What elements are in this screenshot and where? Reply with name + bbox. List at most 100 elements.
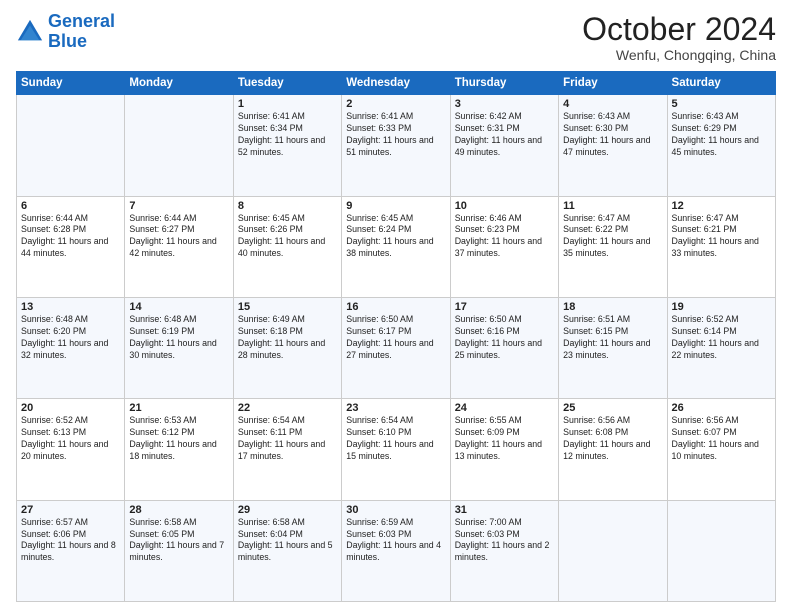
day-info: Sunrise: 6:52 AM Sunset: 6:13 PM Dayligh…: [21, 415, 120, 463]
calendar-cell: 21Sunrise: 6:53 AM Sunset: 6:12 PM Dayli…: [125, 399, 233, 500]
day-number: 22: [238, 402, 337, 414]
logo-line1: General: [48, 11, 115, 31]
calendar-cell: 26Sunrise: 6:56 AM Sunset: 6:07 PM Dayli…: [667, 399, 775, 500]
calendar-cell: 28Sunrise: 6:58 AM Sunset: 6:05 PM Dayli…: [125, 500, 233, 601]
calendar-cell: 4Sunrise: 6:43 AM Sunset: 6:30 PM Daylig…: [559, 95, 667, 196]
day-info: Sunrise: 6:41 AM Sunset: 6:33 PM Dayligh…: [346, 111, 445, 159]
day-number: 14: [129, 301, 228, 313]
page: General Blue October 2024 Wenfu, Chongqi…: [0, 0, 792, 612]
day-info: Sunrise: 7:00 AM Sunset: 6:03 PM Dayligh…: [455, 517, 554, 565]
day-of-week-header: Monday: [125, 72, 233, 95]
calendar-week-row: 1Sunrise: 6:41 AM Sunset: 6:34 PM Daylig…: [17, 95, 776, 196]
calendar-cell: 13Sunrise: 6:48 AM Sunset: 6:20 PM Dayli…: [17, 297, 125, 398]
logo: General Blue: [16, 12, 115, 52]
month-title: October 2024: [582, 12, 776, 47]
day-info: Sunrise: 6:58 AM Sunset: 6:04 PM Dayligh…: [238, 517, 337, 565]
day-number: 20: [21, 402, 120, 414]
calendar-cell: 5Sunrise: 6:43 AM Sunset: 6:29 PM Daylig…: [667, 95, 775, 196]
calendar-cell: 14Sunrise: 6:48 AM Sunset: 6:19 PM Dayli…: [125, 297, 233, 398]
day-info: Sunrise: 6:45 AM Sunset: 6:24 PM Dayligh…: [346, 213, 445, 261]
calendar-cell: 10Sunrise: 6:46 AM Sunset: 6:23 PM Dayli…: [450, 196, 558, 297]
day-of-week-header: Wednesday: [342, 72, 450, 95]
calendar-cell: 31Sunrise: 7:00 AM Sunset: 6:03 PM Dayli…: [450, 500, 558, 601]
day-number: 17: [455, 301, 554, 313]
header: General Blue October 2024 Wenfu, Chongqi…: [16, 12, 776, 63]
calendar-cell: 8Sunrise: 6:45 AM Sunset: 6:26 PM Daylig…: [233, 196, 341, 297]
day-number: 27: [21, 504, 120, 516]
day-number: 25: [563, 402, 662, 414]
day-info: Sunrise: 6:53 AM Sunset: 6:12 PM Dayligh…: [129, 415, 228, 463]
day-info: Sunrise: 6:51 AM Sunset: 6:15 PM Dayligh…: [563, 314, 662, 362]
calendar-cell: 11Sunrise: 6:47 AM Sunset: 6:22 PM Dayli…: [559, 196, 667, 297]
calendar-cell: 2Sunrise: 6:41 AM Sunset: 6:33 PM Daylig…: [342, 95, 450, 196]
calendar-week-row: 27Sunrise: 6:57 AM Sunset: 6:06 PM Dayli…: [17, 500, 776, 601]
day-number: 21: [129, 402, 228, 414]
day-info: Sunrise: 6:44 AM Sunset: 6:28 PM Dayligh…: [21, 213, 120, 261]
day-number: 31: [455, 504, 554, 516]
day-info: Sunrise: 6:56 AM Sunset: 6:07 PM Dayligh…: [672, 415, 771, 463]
day-number: 26: [672, 402, 771, 414]
calendar-cell: 15Sunrise: 6:49 AM Sunset: 6:18 PM Dayli…: [233, 297, 341, 398]
day-info: Sunrise: 6:50 AM Sunset: 6:16 PM Dayligh…: [455, 314, 554, 362]
day-number: 10: [455, 200, 554, 212]
calendar-cell: 30Sunrise: 6:59 AM Sunset: 6:03 PM Dayli…: [342, 500, 450, 601]
calendar-header-row: SundayMondayTuesdayWednesdayThursdayFrid…: [17, 72, 776, 95]
day-number: 19: [672, 301, 771, 313]
day-info: Sunrise: 6:59 AM Sunset: 6:03 PM Dayligh…: [346, 517, 445, 565]
day-info: Sunrise: 6:43 AM Sunset: 6:29 PM Dayligh…: [672, 111, 771, 159]
calendar-week-row: 6Sunrise: 6:44 AM Sunset: 6:28 PM Daylig…: [17, 196, 776, 297]
day-of-week-header: Sunday: [17, 72, 125, 95]
day-info: Sunrise: 6:46 AM Sunset: 6:23 PM Dayligh…: [455, 213, 554, 261]
calendar-cell: [17, 95, 125, 196]
day-info: Sunrise: 6:41 AM Sunset: 6:34 PM Dayligh…: [238, 111, 337, 159]
day-info: Sunrise: 6:55 AM Sunset: 6:09 PM Dayligh…: [455, 415, 554, 463]
day-number: 3: [455, 98, 554, 110]
day-info: Sunrise: 6:47 AM Sunset: 6:22 PM Dayligh…: [563, 213, 662, 261]
day-of-week-header: Saturday: [667, 72, 775, 95]
day-number: 12: [672, 200, 771, 212]
calendar-cell: 9Sunrise: 6:45 AM Sunset: 6:24 PM Daylig…: [342, 196, 450, 297]
day-number: 11: [563, 200, 662, 212]
calendar-cell: 24Sunrise: 6:55 AM Sunset: 6:09 PM Dayli…: [450, 399, 558, 500]
calendar-cell: 18Sunrise: 6:51 AM Sunset: 6:15 PM Dayli…: [559, 297, 667, 398]
day-number: 24: [455, 402, 554, 414]
day-info: Sunrise: 6:45 AM Sunset: 6:26 PM Dayligh…: [238, 213, 337, 261]
day-info: Sunrise: 6:48 AM Sunset: 6:19 PM Dayligh…: [129, 314, 228, 362]
day-number: 1: [238, 98, 337, 110]
day-number: 9: [346, 200, 445, 212]
calendar-cell: [125, 95, 233, 196]
day-number: 13: [21, 301, 120, 313]
day-info: Sunrise: 6:43 AM Sunset: 6:30 PM Dayligh…: [563, 111, 662, 159]
day-info: Sunrise: 6:49 AM Sunset: 6:18 PM Dayligh…: [238, 314, 337, 362]
logo-icon: [16, 18, 44, 46]
day-number: 4: [563, 98, 662, 110]
day-number: 5: [672, 98, 771, 110]
calendar-cell: 22Sunrise: 6:54 AM Sunset: 6:11 PM Dayli…: [233, 399, 341, 500]
calendar-cell: 27Sunrise: 6:57 AM Sunset: 6:06 PM Dayli…: [17, 500, 125, 601]
calendar-cell: 16Sunrise: 6:50 AM Sunset: 6:17 PM Dayli…: [342, 297, 450, 398]
day-number: 6: [21, 200, 120, 212]
day-info: Sunrise: 6:56 AM Sunset: 6:08 PM Dayligh…: [563, 415, 662, 463]
day-info: Sunrise: 6:52 AM Sunset: 6:14 PM Dayligh…: [672, 314, 771, 362]
day-info: Sunrise: 6:54 AM Sunset: 6:11 PM Dayligh…: [238, 415, 337, 463]
day-number: 30: [346, 504, 445, 516]
calendar-cell: 19Sunrise: 6:52 AM Sunset: 6:14 PM Dayli…: [667, 297, 775, 398]
day-info: Sunrise: 6:48 AM Sunset: 6:20 PM Dayligh…: [21, 314, 120, 362]
day-of-week-header: Thursday: [450, 72, 558, 95]
calendar-week-row: 20Sunrise: 6:52 AM Sunset: 6:13 PM Dayli…: [17, 399, 776, 500]
calendar-cell: [559, 500, 667, 601]
title-block: October 2024 Wenfu, Chongqing, China: [582, 12, 776, 63]
calendar-cell: 29Sunrise: 6:58 AM Sunset: 6:04 PM Dayli…: [233, 500, 341, 601]
day-info: Sunrise: 6:54 AM Sunset: 6:10 PM Dayligh…: [346, 415, 445, 463]
calendar-cell: 1Sunrise: 6:41 AM Sunset: 6:34 PM Daylig…: [233, 95, 341, 196]
calendar-cell: 3Sunrise: 6:42 AM Sunset: 6:31 PM Daylig…: [450, 95, 558, 196]
day-number: 29: [238, 504, 337, 516]
day-number: 16: [346, 301, 445, 313]
day-info: Sunrise: 6:58 AM Sunset: 6:05 PM Dayligh…: [129, 517, 228, 565]
calendar-cell: 23Sunrise: 6:54 AM Sunset: 6:10 PM Dayli…: [342, 399, 450, 500]
day-of-week-header: Tuesday: [233, 72, 341, 95]
day-number: 28: [129, 504, 228, 516]
day-info: Sunrise: 6:47 AM Sunset: 6:21 PM Dayligh…: [672, 213, 771, 261]
location: Wenfu, Chongqing, China: [582, 47, 776, 63]
calendar-cell: [667, 500, 775, 601]
